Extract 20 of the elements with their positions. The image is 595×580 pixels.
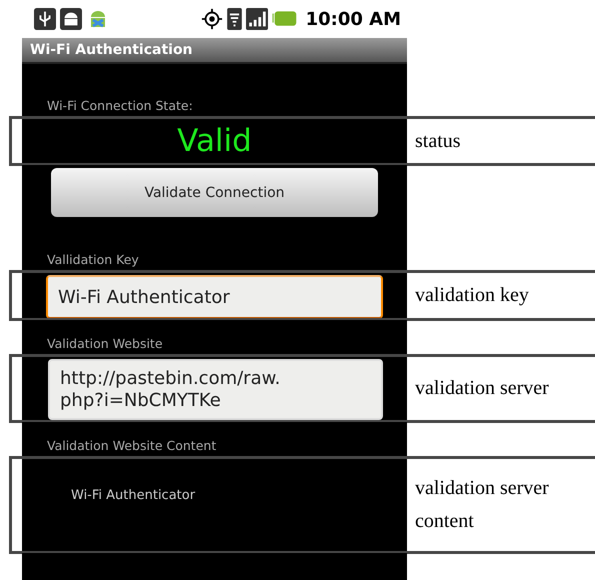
field-label: Validation Website	[47, 336, 163, 351]
usb-icon	[34, 8, 56, 30]
app-title: Wi-Fi Authentication	[30, 42, 193, 58]
field-label: Validation Website Content	[47, 438, 216, 453]
wifi-icon	[226, 8, 242, 30]
annotation-label: validation server	[415, 377, 549, 400]
annotation-label: validation key	[415, 284, 529, 307]
validate-button[interactable]: Validate Connection	[51, 168, 378, 217]
website-content-text: Wi-Fi Authenticator	[71, 488, 196, 503]
field-label: Vallidation Key	[47, 252, 139, 267]
status-value: Valid	[177, 123, 252, 159]
signal-icon	[246, 8, 268, 30]
text-field[interactable]: http://pastebin.com/raw.php?i=NbCMYTKe	[48, 359, 383, 420]
battery-icon	[272, 10, 298, 28]
gps-icon	[200, 8, 223, 30]
field-label: Wi-Fi Connection State:	[47, 98, 193, 113]
text-field[interactable]: Wi-Fi Authenticator	[46, 275, 383, 319]
annotation-label: status	[415, 130, 461, 152]
annotation-label: validation server content	[415, 476, 550, 534]
status-time: 10:00 AM	[306, 8, 401, 30]
